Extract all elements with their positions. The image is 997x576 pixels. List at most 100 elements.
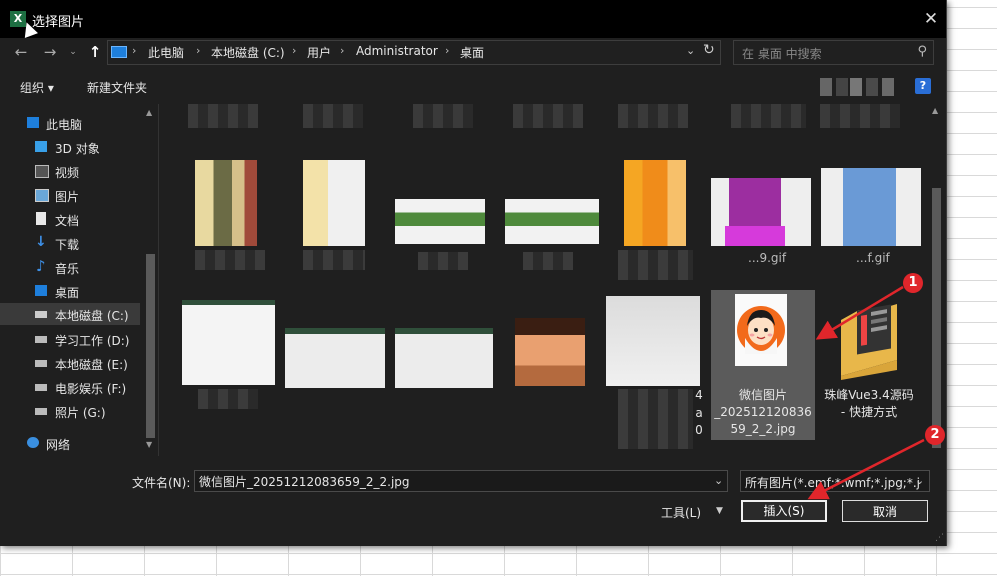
pixelated-thumbnail[interactable] <box>182 300 275 385</box>
sidebar-item-videos[interactable]: 视频 <box>0 160 140 182</box>
sidebar-item-label: 网络 <box>46 438 71 452</box>
scrollbar-thumb[interactable] <box>146 254 155 438</box>
pixelated-label <box>195 250 265 270</box>
resize-grip-icon[interactable]: ⋰ <box>935 533 944 543</box>
pixelated-thumbnail[interactable] <box>731 104 806 128</box>
breadcrumb-item[interactable]: Administrator <box>356 44 438 58</box>
pixelated-thumbnail[interactable] <box>513 104 583 128</box>
dialog-title: 选择图片 <box>32 15 85 30</box>
new-folder-button[interactable]: 新建文件夹 <box>87 79 147 96</box>
file-name: ...f.gif <box>856 251 890 265</box>
scrollbar-thumb[interactable] <box>932 188 941 448</box>
forward-arrow-icon[interactable]: → <box>40 41 60 63</box>
sidebar-item-label: 此电脑 <box>46 118 83 132</box>
shortcut-name-line: 珠峰Vue3.4源码 <box>824 388 914 402</box>
file-list-scrollbar[interactable]: ▲ <box>929 104 944 456</box>
sidebar-item-this-pc[interactable]: 此电脑 <box>0 112 140 134</box>
pixelated-thumbnail[interactable] <box>303 104 363 128</box>
insert-button[interactable]: 插入(S) <box>741 500 827 522</box>
folder-icon <box>841 304 897 380</box>
sidebar-item-drive-c[interactable]: 本地磁盘 (C:) <box>0 303 140 325</box>
chevron-down-icon[interactable]: ⌄ <box>915 474 924 487</box>
sidebar-item-label: 图片 <box>55 190 80 204</box>
address-bar[interactable]: › 此电脑 › 本地磁盘 (C:) › 用户 › Administrator ›… <box>107 40 721 65</box>
pixelated-thumbnail[interactable] <box>821 168 921 246</box>
pixelated-label <box>418 252 468 270</box>
help-icon[interactable]: ? <box>915 78 931 94</box>
drive-icon <box>35 360 47 367</box>
scroll-up-icon[interactable]: ▲ <box>932 106 938 115</box>
pixelated-label <box>618 389 693 449</box>
pixelated-thumbnail[interactable] <box>395 328 493 388</box>
sidebar-item-desktop[interactable]: 桌面 <box>0 280 140 302</box>
sidebar-item-downloads[interactable]: ↓ 下载 <box>0 232 140 254</box>
computer-icon <box>27 117 39 128</box>
sidebar-item-label: 照片 (G:) <box>55 406 106 420</box>
sidebar-item-label: 桌面 <box>55 286 80 300</box>
pixelated-thumbnail[interactable] <box>515 318 585 386</box>
breadcrumb-item[interactable]: 此电脑 <box>148 44 184 61</box>
sidebar-item-label: 音乐 <box>55 262 80 276</box>
sidebar-item-drive-g[interactable]: 照片 (G:) <box>0 400 140 422</box>
title-bar: X 选择图片 ✕ <box>0 0 946 38</box>
recent-chevron-icon[interactable]: ⌄ <box>63 41 83 63</box>
sidebar-item-documents[interactable]: 文档 <box>0 208 140 230</box>
navigation-scrollbar[interactable]: ▲ ▼ <box>143 106 158 452</box>
breadcrumb-item[interactable]: 本地磁盘 (C:) <box>211 44 285 61</box>
sidebar-item-drive-d[interactable]: 学习工作 (D:) <box>0 328 140 350</box>
breadcrumb-separator: › <box>292 44 297 57</box>
annotation-marker-2: 2 <box>925 425 945 445</box>
up-arrow-icon[interactable]: ↑ <box>85 41 105 63</box>
pixelated-label <box>618 250 693 280</box>
pixelated-thumbnail[interactable] <box>624 160 686 246</box>
sidebar-item-music[interactable]: ♪ 音乐 <box>0 256 140 278</box>
breadcrumb-separator: › <box>132 44 137 57</box>
search-icon: ⚲ <box>917 44 927 59</box>
pixelated-thumbnail[interactable] <box>505 199 599 244</box>
pixelated-thumbnail[interactable] <box>285 328 385 388</box>
cancel-button[interactable]: 取消 <box>842 500 928 522</box>
address-dropdown-icon[interactable]: ⌄ <box>686 44 695 57</box>
pixelated-thumbnail[interactable] <box>188 104 258 128</box>
back-arrow-icon[interactable]: ← <box>11 41 31 63</box>
sidebar-item-network[interactable]: 网络 <box>0 432 140 454</box>
cube-icon <box>35 141 47 152</box>
search-input[interactable]: 在 桌面 中搜索 <box>742 45 822 62</box>
file-type-filter[interactable]: 所有图片(*.emf;*.wmf;*.jpg;*.j <box>740 470 930 492</box>
refresh-icon[interactable]: ↻ <box>703 42 715 58</box>
scroll-up-icon[interactable]: ▲ <box>146 108 152 117</box>
navigation-pane: 此电脑 3D 对象 视频 图片 文档 ↓ 下载 ♪ 音乐 桌面 本地磁盘 (C:… <box>0 104 158 456</box>
annotation-marker-1: 1 <box>903 273 923 293</box>
avatar-thumbnail[interactable] <box>735 294 787 366</box>
shortcut-folder-item[interactable] <box>837 300 903 380</box>
pixelated-thumbnail[interactable] <box>395 199 485 244</box>
tools-menu[interactable]: 工具(L) <box>661 504 701 521</box>
sidebar-item-drive-e[interactable]: 本地磁盘 (E:) <box>0 352 140 374</box>
sidebar-item-label: 视频 <box>55 166 80 180</box>
pixelated-thumbnail[interactable] <box>303 160 365 246</box>
pixelated-thumbnail[interactable] <box>413 104 473 128</box>
pixelated-thumbnail[interactable] <box>195 160 257 246</box>
search-box[interactable]: 在 桌面 中搜索 ⚲ <box>733 40 934 65</box>
view-options[interactable] <box>820 78 905 96</box>
close-icon[interactable]: ✕ <box>916 0 946 38</box>
sidebar-item-label: 电影娱乐 (F:) <box>55 382 127 396</box>
drive-icon <box>35 311 47 318</box>
filename-input[interactable] <box>194 470 728 492</box>
sidebar-item-pictures[interactable]: 图片 <box>0 184 140 206</box>
sidebar-item-label: 本地磁盘 (C:) <box>55 309 129 323</box>
sidebar-item-drive-f[interactable]: 电影娱乐 (F:) <box>0 376 140 398</box>
pixelated-thumbnail[interactable] <box>820 104 900 128</box>
chevron-down-icon[interactable]: ⌄ <box>714 474 723 487</box>
pane-divider[interactable] <box>158 104 159 456</box>
file-name-edge: 4 <box>695 388 703 402</box>
cartoon-avatar-icon <box>737 306 785 354</box>
scroll-down-icon[interactable]: ▼ <box>146 440 152 449</box>
breadcrumb-item[interactable]: 用户 <box>307 44 331 61</box>
breadcrumb-item[interactable]: 桌面 <box>460 44 484 61</box>
chevron-down-icon[interactable]: ▼ <box>716 506 723 516</box>
organize-menu[interactable]: 组织 ▾ <box>20 79 54 96</box>
sidebar-item-3d-objects[interactable]: 3D 对象 <box>0 136 140 158</box>
pixelated-thumbnail[interactable] <box>606 296 700 386</box>
pixelated-thumbnail[interactable] <box>618 104 688 128</box>
